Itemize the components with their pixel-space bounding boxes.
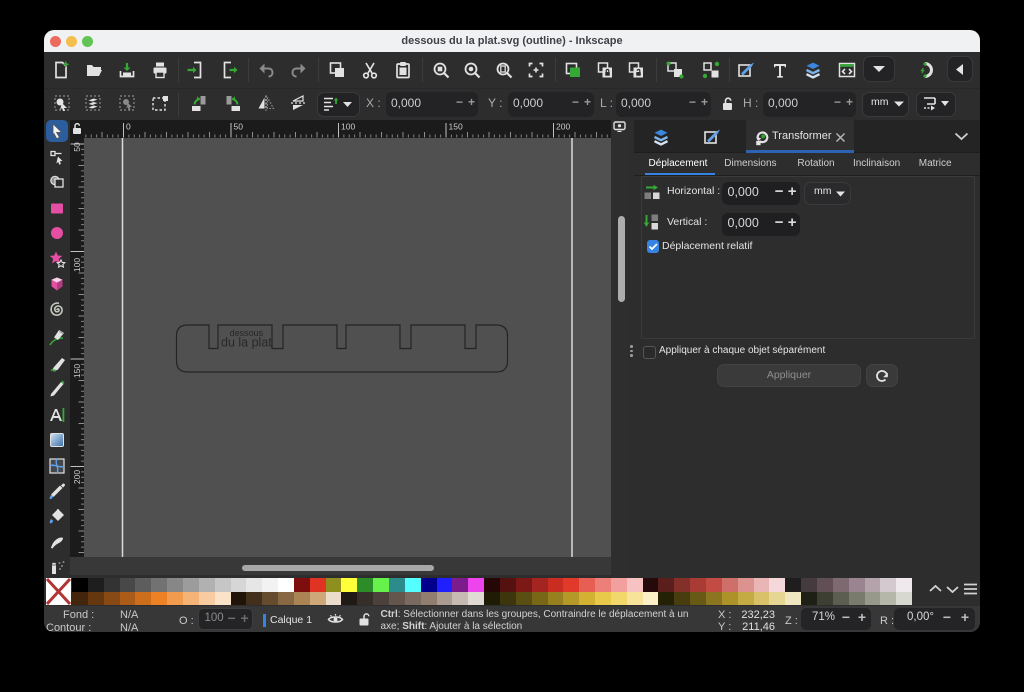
svg-text:200: 200 <box>556 122 570 132</box>
svg-text:150: 150 <box>449 122 463 132</box>
svg-text:0: 0 <box>126 122 131 132</box>
svg-text:du la plat: du la plat <box>221 336 272 350</box>
svg-text:100: 100 <box>341 122 355 132</box>
svg-text:50: 50 <box>234 122 244 132</box>
